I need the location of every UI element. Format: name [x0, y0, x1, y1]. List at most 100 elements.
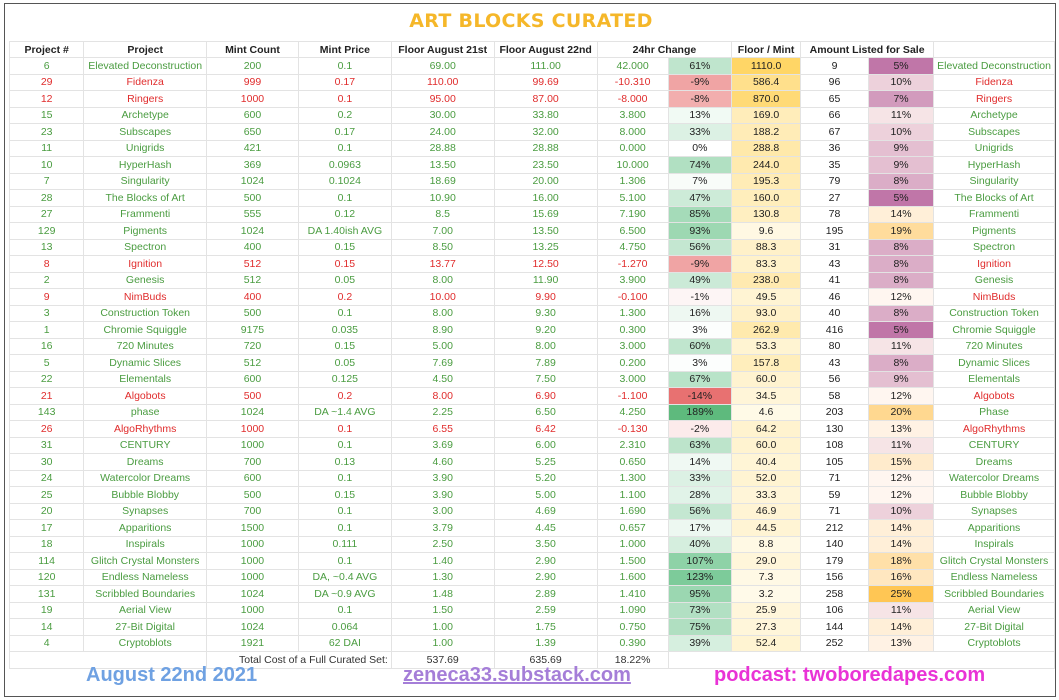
change-percent-cell: 60%: [667, 337, 733, 355]
project-number-cell: 23: [8, 123, 85, 141]
change-percent-cell: 123%: [667, 568, 733, 586]
mint-price-cell: 0.1: [297, 552, 392, 570]
floor-21-cell: 8.00: [390, 271, 495, 289]
change-percent-cell: 95%: [667, 585, 733, 603]
project-number-cell: 27: [8, 205, 85, 223]
mint-count-cell: 1000: [206, 535, 299, 553]
project-number-cell: 21: [8, 387, 85, 405]
mint-count-cell: 500: [206, 387, 299, 405]
change-cell: 5.100: [596, 189, 669, 207]
listed-percent-cell: 9%: [867, 370, 935, 388]
change-percent-cell: 67%: [667, 370, 733, 388]
table-row: 24 Watercolor Dreams 600 0.1 3.90 5.20 1.300 33…: [8, 469, 1055, 487]
change-percent-cell: 49%: [667, 271, 733, 289]
project-name-repeat-cell: Frammenti: [933, 205, 1055, 223]
sheet-frame: ART BLOCKS CURATED Project # Project Min…: [4, 3, 1056, 697]
sheet-title: ART BLOCKS CURATED: [409, 10, 653, 32]
mint-count-cell: 1000: [206, 420, 299, 438]
change-percent-cell: 28%: [667, 486, 733, 504]
floor-22-cell: 2.59: [493, 601, 598, 619]
floor-22-cell: 111.00: [493, 57, 598, 75]
listed-percent-cell: 20%: [867, 403, 935, 421]
listed-percent-cell: 11%: [867, 601, 935, 619]
floor-22-cell: 8.00: [493, 337, 598, 355]
project-name-cell: Pigments: [83, 222, 208, 240]
mint-count-cell: 1000: [206, 436, 299, 454]
floor-21-cell: 7.00: [390, 222, 495, 240]
mint-count-cell: 512: [206, 354, 299, 372]
floor-22-cell: 13.25: [493, 238, 598, 256]
project-number-cell: 13: [8, 238, 85, 256]
project-number-cell: 1: [8, 321, 85, 339]
podcast-link[interactable]: podcast: twoboredapes.com: [714, 664, 985, 687]
mint-count-cell: 500: [206, 486, 299, 504]
floor-21-cell: 4.60: [390, 453, 495, 471]
listed-percent-cell: 5%: [867, 321, 935, 339]
substack-link[interactable]: zeneca33.substack.com: [403, 664, 631, 687]
table-row: 4 Cryptoblots 1921 62 DAI 1.00 1.39 0.390 39% 52…: [8, 634, 1055, 652]
floor-21-cell: 1.30: [390, 568, 495, 586]
change-cell: 0.300: [596, 321, 669, 339]
floor-mint-ratio-cell: 49.5: [731, 288, 802, 306]
mint-price-cell: 0.1: [297, 469, 392, 487]
floor-21-cell: 69.00: [390, 57, 495, 75]
mint-price-cell: 0.1: [297, 502, 392, 520]
floor-21-cell: 4.50: [390, 370, 495, 388]
listed-percent-cell: 10%: [867, 502, 935, 520]
listed-percent-cell: 18%: [867, 552, 935, 570]
footer-date: August 22nd 2021: [86, 664, 258, 686]
floor-mint-ratio-cell: 44.5: [731, 519, 802, 537]
project-name-cell: 27-Bit Digital: [83, 618, 208, 636]
mint-price-cell: 0.13: [297, 453, 392, 471]
mint-price-cell: DA ~1.4 AVG: [297, 403, 392, 421]
table-row: 129 Pigments 1024 DA 1.40ish AVG 7.00 13.50 6.…: [8, 222, 1055, 240]
listed-percent-cell: 14%: [867, 205, 935, 223]
listed-percent-cell: 5%: [867, 57, 935, 75]
floor-22-cell: 6.00: [493, 436, 598, 454]
listed-percent-cell: 11%: [867, 337, 935, 355]
floor-21-cell: 8.90: [390, 321, 495, 339]
change-cell: 1.000: [596, 535, 669, 553]
floor-mint-ratio-cell: 870.0: [731, 90, 802, 108]
header-floor-21: Floor August 21st: [390, 41, 495, 58]
mint-count-cell: 1024: [206, 403, 299, 421]
project-name-repeat-cell: Singularity: [933, 172, 1055, 190]
header-project: Project: [83, 41, 208, 58]
change-percent-cell: 39%: [667, 634, 733, 652]
project-name-cell: Apparitions: [83, 519, 208, 537]
change-percent-cell: 13%: [667, 106, 733, 124]
floor-21-cell: 30.00: [390, 106, 495, 124]
change-cell: 1.410: [596, 585, 669, 603]
floor-mint-ratio-cell: 4.6: [731, 403, 802, 421]
listed-count-cell: 212: [800, 519, 869, 537]
mint-count-cell: 369: [206, 156, 299, 174]
project-number-cell: 3: [8, 304, 85, 322]
project-number-cell: 114: [8, 552, 85, 570]
floor-22-cell: 7.50: [493, 370, 598, 388]
floor-21-cell: 3.79: [390, 519, 495, 537]
change-percent-cell: -9%: [667, 73, 733, 91]
change-percent-cell: 61%: [667, 57, 733, 75]
listed-count-cell: 58: [800, 387, 869, 405]
floor-21-cell: 18.69: [390, 172, 495, 190]
mint-count-cell: 512: [206, 255, 299, 273]
project-name-cell: Chromie Squiggle: [83, 321, 208, 339]
project-name-cell: Fidenza: [83, 73, 208, 91]
change-cell: -0.130: [596, 420, 669, 438]
project-number-cell: 24: [8, 469, 85, 487]
listed-count-cell: 96: [800, 73, 869, 91]
floor-21-cell: 6.55: [390, 420, 495, 438]
project-number-cell: 5: [8, 354, 85, 372]
table-row: 15 Archetype 600 0.2 30.00 33.80 3.800 13% 169.0…: [8, 106, 1055, 124]
mint-count-cell: 400: [206, 288, 299, 306]
table-row: 2 Genesis 512 0.05 8.00 11.90 3.900 49% 238.0 41 8…: [8, 271, 1055, 289]
table-row: 23 Subscapes 650 0.17 24.00 32.00 8.000 33% 188.…: [8, 123, 1055, 141]
floor-21-cell: 110.00: [390, 73, 495, 91]
floor-22-cell: 16.00: [493, 189, 598, 207]
table-row: 1 Chromie Squiggle 9175 0.035 8.90 9.20 0.300 3…: [8, 321, 1055, 339]
floor-22-cell: 32.00: [493, 123, 598, 141]
mint-price-cell: 0.15: [297, 337, 392, 355]
floor-21-cell: 8.00: [390, 304, 495, 322]
floor-mint-ratio-cell: 29.0: [731, 552, 802, 570]
floor-21-cell: 3.69: [390, 436, 495, 454]
